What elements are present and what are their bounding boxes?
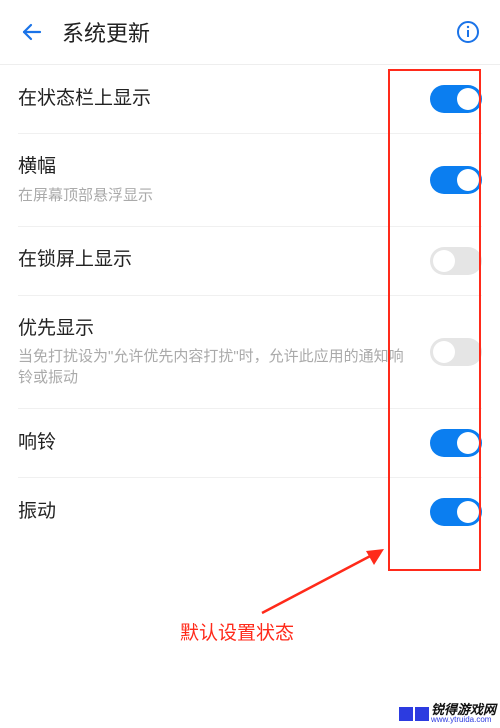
header: 系统更新 [0, 0, 500, 64]
watermark: 锐得游戏网 www.ytruida.com [399, 703, 496, 724]
row-text: 优先显示 当免打扰设为"允许优先内容打扰"时，允许此应用的通知响铃或振动 [18, 316, 430, 389]
watermark-logo-icon [415, 707, 429, 721]
switch-thumb [457, 501, 479, 523]
row-subtitle: 当免打扰设为"允许优先内容打扰"时，允许此应用的通知响铃或振动 [18, 346, 418, 388]
toggle-banner[interactable] [430, 166, 482, 194]
back-button[interactable] [18, 18, 46, 46]
row-status-bar: 在状态栏上显示 [18, 65, 482, 134]
toggle-lockscreen[interactable] [430, 247, 482, 275]
switch-thumb [433, 341, 455, 363]
toggle-status-bar[interactable] [430, 85, 482, 113]
watermark-logo-icon [399, 707, 413, 721]
toggle-priority[interactable] [430, 338, 482, 366]
switch-thumb [457, 432, 479, 454]
row-ring: 响铃 [18, 409, 482, 478]
info-button[interactable] [454, 18, 482, 46]
annotation-text: 默认设置状态 [180, 618, 294, 645]
row-text: 在状态栏上显示 [18, 86, 430, 113]
switch-thumb [457, 88, 479, 110]
row-title: 振动 [18, 499, 418, 526]
row-title: 在锁屏上显示 [18, 247, 418, 274]
row-title: 优先显示 [18, 316, 418, 343]
row-priority: 优先显示 当免打扰设为"允许优先内容打扰"时，允许此应用的通知响铃或振动 [18, 296, 482, 410]
switch-thumb [433, 250, 455, 272]
row-subtitle: 在屏幕顶部悬浮显示 [18, 185, 418, 206]
toggle-ring[interactable] [430, 429, 482, 457]
page-title: 系统更新 [62, 16, 454, 48]
switch-thumb [457, 169, 479, 191]
info-icon [456, 20, 480, 44]
settings-list: 在状态栏上显示 横幅 在屏幕顶部悬浮显示 在锁屏上显示 优先显示 当免打扰设为"… [0, 65, 500, 546]
row-title: 响铃 [18, 430, 418, 457]
row-text: 在锁屏上显示 [18, 247, 430, 274]
toggle-vibrate[interactable] [430, 498, 482, 526]
row-vibrate: 振动 [18, 478, 482, 546]
row-text: 振动 [18, 499, 430, 526]
watermark-text: 锐得游戏网 www.ytruida.com [431, 703, 496, 724]
row-text: 响铃 [18, 430, 430, 457]
arrow-icon [254, 541, 394, 621]
watermark-url: www.ytruida.com [431, 716, 496, 724]
row-lockscreen: 在锁屏上显示 [18, 227, 482, 296]
row-text: 横幅 在屏幕顶部悬浮显示 [18, 154, 430, 206]
back-arrow-icon [20, 20, 44, 44]
row-title: 横幅 [18, 154, 418, 181]
row-title: 在状态栏上显示 [18, 86, 418, 113]
row-banner: 横幅 在屏幕顶部悬浮显示 [18, 134, 482, 227]
